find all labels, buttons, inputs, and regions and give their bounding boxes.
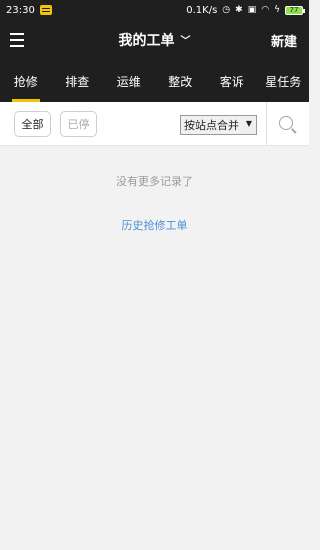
tab-complaint[interactable]: 客诉 xyxy=(206,60,258,102)
search-icon[interactable] xyxy=(279,116,293,130)
battery-icon: 77 xyxy=(285,5,305,15)
bluetooth-icon: ✱ xyxy=(235,5,243,15)
chevron-down-icon: ﹀ xyxy=(180,36,191,47)
network-speed: 0.1K/s xyxy=(186,4,218,16)
status-bar: 23:30 0.1K/s ◷ ✱ ▣ ◠ ϟ 77 xyxy=(0,0,309,20)
sim-icon: ▣ xyxy=(247,5,257,15)
filter-stopped-button[interactable]: 已停 xyxy=(60,111,97,137)
filter-bar: 全部 已停 按站点合并 ▼ xyxy=(0,102,309,146)
dropdown-arrow-icon: ▼ xyxy=(245,119,252,128)
clock: 23:30 xyxy=(6,4,35,16)
tab-bar: 抢修 排查 运维 整改 客诉 星任务 xyxy=(0,60,309,102)
notification-icon xyxy=(39,5,52,15)
wifi-icon: ◠ xyxy=(261,5,270,15)
merge-select-value: 按站点合并 xyxy=(184,119,239,132)
new-button[interactable]: 新建 xyxy=(271,31,297,50)
tab-repair[interactable]: 抢修 xyxy=(0,60,52,102)
history-repair-link[interactable]: 历史抢修工单 xyxy=(0,217,309,233)
app-header: 我的工单 ﹀ 新建 xyxy=(0,20,309,60)
tab-rectification[interactable]: 整改 xyxy=(155,60,207,102)
merge-by-site-select[interactable]: 按站点合并 ▼ xyxy=(180,115,257,135)
tab-inspection[interactable]: 排查 xyxy=(52,60,104,102)
filter-all-button[interactable]: 全部 xyxy=(14,111,51,137)
tab-star-task[interactable]: 星任务 xyxy=(258,60,310,102)
page-title: 我的工单 xyxy=(118,33,175,49)
divider xyxy=(266,102,267,146)
tab-maintenance[interactable]: 运维 xyxy=(103,60,155,102)
alarm-icon: ◷ xyxy=(222,5,231,15)
charging-icon: ϟ xyxy=(274,5,280,15)
title-dropdown[interactable]: 我的工单 ﹀ xyxy=(0,30,309,50)
empty-message: 没有更多记录了 xyxy=(116,175,193,188)
battery-level: 77 xyxy=(289,6,299,14)
